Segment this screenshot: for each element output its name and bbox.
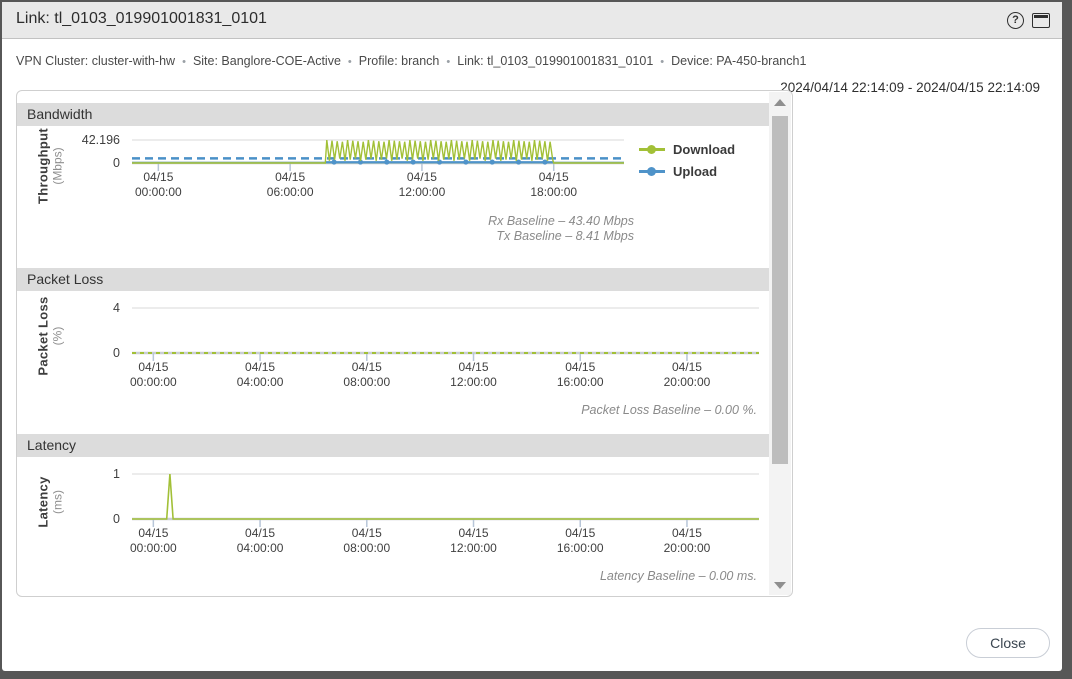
- x-tick-label: 04/1512:00:00: [429, 360, 519, 390]
- download-legend-label: Download: [673, 142, 735, 157]
- x-tick-label: 04/1516:00:00: [535, 526, 625, 556]
- x-tick-label: 04/1500:00:00: [108, 360, 198, 390]
- section-header-packet-loss: Packet Loss: [17, 268, 770, 291]
- x-tick-label: 04/1504:00:00: [215, 360, 305, 390]
- packet-loss-baseline-notes: Packet Loss Baseline – 0.00 %.: [581, 403, 757, 418]
- x-tick-label: 04/1508:00:00: [322, 360, 412, 390]
- latency-ytick-zero: 0: [17, 512, 120, 526]
- x-tick-label: 04/1520:00:00: [642, 526, 732, 556]
- bandwidth-legend: Download Upload: [639, 138, 735, 182]
- titlebar-icons: ?: [1007, 12, 1050, 29]
- x-tick-label: 04/1506:00:00: [245, 170, 335, 200]
- dialog-title: Link: tl_0103_019901001831_0101: [16, 10, 267, 28]
- breadcrumb-separator: •: [348, 56, 352, 68]
- breadcrumb-item: Site: Banglore-COE-Active: [193, 54, 341, 68]
- latency-plot-area[interactable]: [132, 457, 759, 527]
- latency-chart: Latency(ms) 1 0 04/1500:00:0004/1504:00:…: [17, 457, 770, 596]
- breadcrumb-separator: •: [182, 56, 186, 68]
- packet-loss-ytick-zero: 0: [17, 346, 120, 360]
- dialog-titlebar: Link: tl_0103_019901001831_0101 ?: [2, 2, 1062, 39]
- link-details-dialog: Link: tl_0103_019901001831_0101 ? VPN Cl…: [2, 2, 1062, 671]
- packet-loss-ytick-max: 4: [17, 301, 120, 315]
- upload-legend-label: Upload: [673, 164, 717, 179]
- breadcrumb-separator: •: [446, 56, 450, 68]
- bandwidth-ytick-zero: 0: [17, 156, 120, 170]
- x-tick-label: 04/1500:00:00: [108, 526, 198, 556]
- x-tick-label: 04/1500:00:00: [113, 170, 203, 200]
- breadcrumb-item: Profile: branch: [359, 54, 440, 68]
- scrollbar-down-arrow[interactable]: [769, 577, 791, 593]
- packet-loss-chart: Packet Loss(%) 4 0 04/1500:00:0004/1504:…: [17, 291, 770, 434]
- window-panel-icon[interactable]: [1032, 13, 1050, 28]
- x-tick-label: 04/1512:00:00: [429, 526, 519, 556]
- charts-scroll-content: Bandwidth Throughput(Mbps) 42.196 0 04/1…: [17, 91, 770, 596]
- bandwidth-ytick-max: 42.196: [17, 133, 120, 147]
- bandwidth-chart: Throughput(Mbps) 42.196 0 04/1500:00:000…: [17, 126, 770, 268]
- baseline-note: Tx Baseline – 8.41 Mbps: [488, 229, 634, 244]
- baseline-note: Packet Loss Baseline – 0.00 %.: [581, 403, 757, 418]
- section-header-bandwidth: Bandwidth: [17, 103, 770, 126]
- legend-item-upload[interactable]: Upload: [639, 160, 735, 182]
- packet-loss-plot-area[interactable]: [132, 291, 759, 361]
- latency-baseline-notes: Latency Baseline – 0.00 ms.: [600, 569, 757, 584]
- x-tick-label: 04/1504:00:00: [215, 526, 305, 556]
- close-button[interactable]: Close: [966, 628, 1050, 658]
- x-tick-label: 04/1518:00:00: [509, 170, 599, 200]
- bandwidth-baseline-notes: Rx Baseline – 43.40 MbpsTx Baseline – 8.…: [488, 214, 634, 244]
- bandwidth-plot-area[interactable]: [132, 126, 624, 176]
- scrollbar: [769, 92, 791, 595]
- time-range-label: 2024/04/14 22:14:09 - 2024/04/15 22:14:0…: [780, 80, 1040, 95]
- scrollbar-thumb[interactable]: [772, 116, 788, 464]
- x-tick-label: 04/1516:00:00: [535, 360, 625, 390]
- latency-ytick-max: 1: [17, 467, 120, 481]
- download-legend-marker: [639, 148, 665, 151]
- breadcrumb-separator: •: [660, 56, 664, 68]
- help-icon[interactable]: ?: [1007, 12, 1024, 29]
- breadcrumb-item: VPN Cluster: cluster-with-hw: [16, 54, 175, 68]
- x-tick-label: 04/1508:00:00: [322, 526, 412, 556]
- x-tick-label: 04/1512:00:00: [377, 170, 467, 200]
- x-tick-label: 04/1520:00:00: [642, 360, 732, 390]
- legend-item-download[interactable]: Download: [639, 138, 735, 160]
- baseline-note: Latency Baseline – 0.00 ms.: [600, 569, 757, 584]
- scrollbar-up-arrow[interactable]: [769, 94, 791, 110]
- charts-panel: Bandwidth Throughput(Mbps) 42.196 0 04/1…: [16, 90, 793, 597]
- section-header-latency: Latency: [17, 434, 770, 457]
- breadcrumb-item: Link: tl_0103_019901001831_0101: [457, 54, 653, 68]
- baseline-note: Rx Baseline – 43.40 Mbps: [488, 214, 634, 229]
- breadcrumb: VPN Cluster: cluster-with-hw • Site: Bangl…: [16, 54, 806, 68]
- upload-legend-marker: [639, 170, 665, 173]
- breadcrumb-item: Device: PA-450-branch1: [671, 54, 806, 68]
